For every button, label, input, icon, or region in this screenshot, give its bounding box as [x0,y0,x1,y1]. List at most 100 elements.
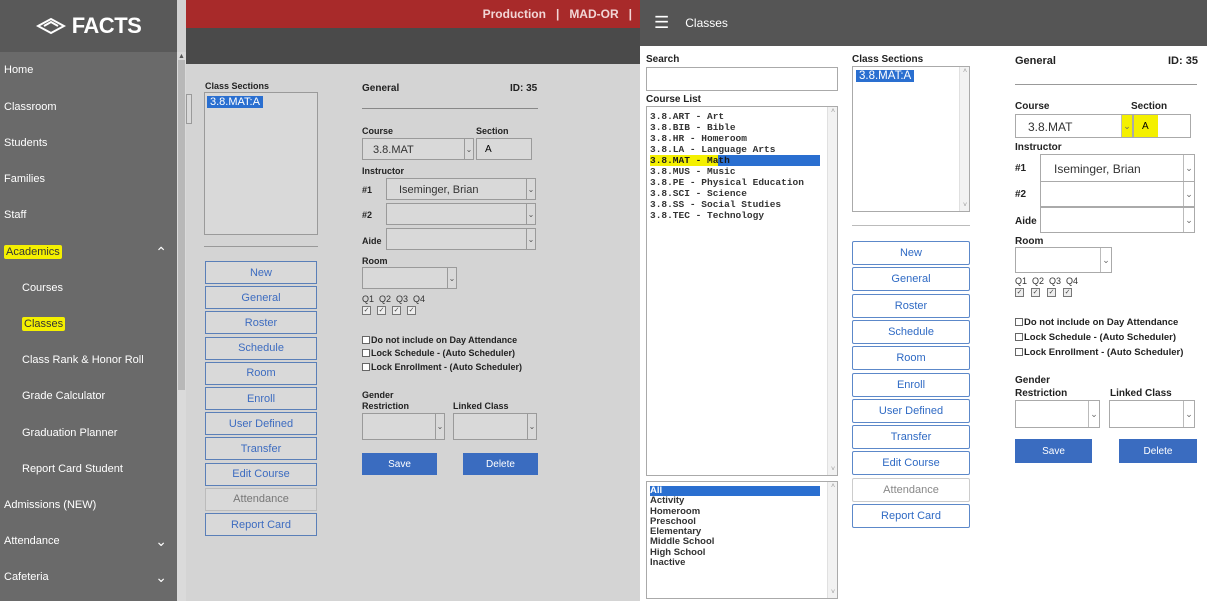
selected-section[interactable]: 3.8.MAT:A [207,96,263,108]
instructor-2-select[interactable]: ⌄ [386,203,536,225]
sidebar-item[interactable]: Grade Calculator [0,378,177,414]
instructor-1-select[interactable]: Iseminger, Brian ⌄ [386,178,536,200]
report-card-button[interactable]: Report Card [852,504,970,528]
schedule-button[interactable]: Schedule [852,319,970,344]
course-list-scrollbar[interactable]: ˄ ˅ [827,107,837,475]
room-button[interactable]: Room [205,361,317,385]
sections-scrollbar[interactable]: ˄ ˅ [959,67,969,211]
course-list-item[interactable]: 3.8.SS - Social Studies [650,199,825,210]
scroll-up-icon[interactable]: ˄ [960,68,970,75]
room-select[interactable]: ⌄ [1015,247,1112,273]
course-list-item[interactable]: 3.8.PE - Physical Education [650,177,825,188]
roster-button[interactable]: Roster [205,311,317,335]
general-button[interactable]: General [205,286,317,310]
sidebar-item[interactable]: Attendance ⌄ [0,523,177,559]
instructor-2-select[interactable]: ⌄ [1040,181,1195,207]
room-button[interactable]: Room [852,346,970,371]
q1-checkbox[interactable]: ✓ [362,306,371,315]
day-attendance-checkbox[interactable]: Do not include on Day Attendance [1015,317,1178,328]
transfer-button[interactable]: Transfer [852,425,970,450]
linked-class-select[interactable]: ⌄ [1109,400,1195,428]
sidebar-item[interactable]: Class Rank & Honor Roll [0,342,177,378]
course-list-item[interactable]: 3.8.LA - Language Arts [650,144,825,155]
sidebar-item[interactable]: Admissions (NEW) [0,487,177,523]
general-button[interactable]: General [852,267,970,292]
scroll-up-icon[interactable]: ˄ [828,108,837,115]
transfer-button[interactable]: Transfer [205,437,317,461]
user-defined-button[interactable]: User Defined [205,412,317,436]
aide-select[interactable]: ⌄ [386,228,536,250]
sidebar-item[interactable]: Classes [0,306,177,342]
filter-list-scrollbar[interactable]: ˄ ˅ [827,482,837,598]
search-input[interactable] [646,67,838,91]
save-button[interactable]: Save [362,453,437,475]
q1-checkbox[interactable]: ✓ [1015,288,1024,297]
search-input-partial[interactable] [186,94,192,124]
class-sections-list[interactable]: 3.8.MAT:A [204,92,318,235]
scroll-down-icon[interactable]: ˅ [828,589,837,596]
sidebar-item[interactable]: Academics ⌃ [0,234,177,270]
gender-restriction-select[interactable]: ⌄ [362,413,445,440]
delete-button[interactable]: Delete [1119,439,1197,463]
user-defined-button[interactable]: User Defined [852,398,970,423]
sidebar-item[interactable]: Courses [0,270,177,306]
section-input[interactable]: A [476,138,532,160]
lock-schedule-checkbox[interactable]: Lock Schedule - (Auto Scheduler) [1015,332,1176,343]
q2-checkbox[interactable]: ✓ [377,306,386,315]
course-list-item[interactable]: 3.8.ART - Art [650,111,825,122]
sidebar-item[interactable]: Cafeteria ⌄ [0,559,177,595]
sidebar-item[interactable]: Staff [0,197,177,233]
course-list-item[interactable]: 3.8.HR - Homeroom [650,133,825,144]
sidebar-item[interactable]: Students [0,125,177,161]
scroll-up-icon[interactable]: ˄ [828,483,837,490]
sidebar-item[interactable]: Report Card Student [0,451,177,487]
room-select[interactable]: ⌄ [362,267,457,289]
hamburger-menu-icon[interactable]: ☰ [654,13,669,33]
sidebar-scroll-thumb[interactable] [178,60,185,390]
new-button[interactable]: New [205,261,317,284]
scroll-down-icon[interactable]: ˅ [960,202,970,209]
course-select[interactable]: 3.8.MAT ⌄ [1015,114,1133,138]
lock-schedule-checkbox[interactable]: Lock Schedule - (Auto Scheduler) [362,348,515,358]
attendance-button[interactable]: Attendance [205,487,317,511]
sidebar-item[interactable]: Classroom [0,89,177,125]
filter-list-item[interactable]: Inactive [650,557,825,568]
scroll-up-icon[interactable]: ▲ [178,53,185,60]
q3-checkbox[interactable]: ✓ [392,306,401,315]
course-select[interactable]: 3.8.MAT ⌄ [362,138,474,160]
section-input[interactable]: A [1133,114,1191,138]
aide-select[interactable]: ⌄ [1040,207,1195,233]
q4-checkbox[interactable]: ✓ [1063,288,1072,297]
sidebar-item[interactable]: Graduation Planner [0,415,177,451]
gender-restriction-select[interactable]: ⌄ [1015,400,1100,428]
roster-button[interactable]: Roster [852,293,970,318]
course-filter-list[interactable]: All Activity Homeroom Preschool Elementary Mi… [646,481,838,599]
instructor-1-select[interactable]: Iseminger, Brian ⌄ [1040,154,1195,182]
report-card-button[interactable]: Report Card [205,513,317,536]
facts-logo[interactable]: FACTS [0,0,177,52]
attendance-button[interactable]: Attendance [852,477,970,502]
linked-class-select[interactable]: ⌄ [453,413,537,440]
edit-course-button[interactable]: Edit Course [852,451,970,476]
lock-enrollment-checkbox[interactable]: Lock Enrollment - (Auto Scheduler) [1015,347,1183,358]
course-list-item[interactable]: 3.8.TEC - Technology [650,210,825,221]
new-button[interactable]: New [852,241,970,265]
delete-button[interactable]: Delete [463,453,538,475]
day-attendance-checkbox[interactable]: Do not include on Day Attendance [362,335,517,345]
course-list[interactable]: 3.8.ART - Art 3.8.BIB - Bible 3.8.HR - Hom… [646,106,838,476]
sidebar-item[interactable]: Families [0,161,177,197]
class-sections-list[interactable]: 3.8.MAT:A ˄ ˅ [852,66,970,212]
course-list-item[interactable]: 3.8.MAT - Math [650,155,820,166]
schedule-button[interactable]: Schedule [205,336,317,360]
save-button[interactable]: Save [1015,439,1092,463]
q4-checkbox[interactable]: ✓ [407,306,416,315]
q2-checkbox[interactable]: ✓ [1031,288,1040,297]
lock-enrollment-checkbox[interactable]: Lock Enrollment - (Auto Scheduler) [362,362,522,372]
sidebar-item[interactable]: Home [0,52,177,88]
enroll-button[interactable]: Enroll [205,387,317,410]
course-list-item[interactable]: 3.8.SCI - Science [650,188,825,199]
enroll-button[interactable]: Enroll [852,372,970,397]
scroll-down-icon[interactable]: ˅ [828,466,837,473]
course-list-item[interactable]: 3.8.MUS - Music [650,166,825,177]
edit-course-button[interactable]: Edit Course [205,462,317,486]
